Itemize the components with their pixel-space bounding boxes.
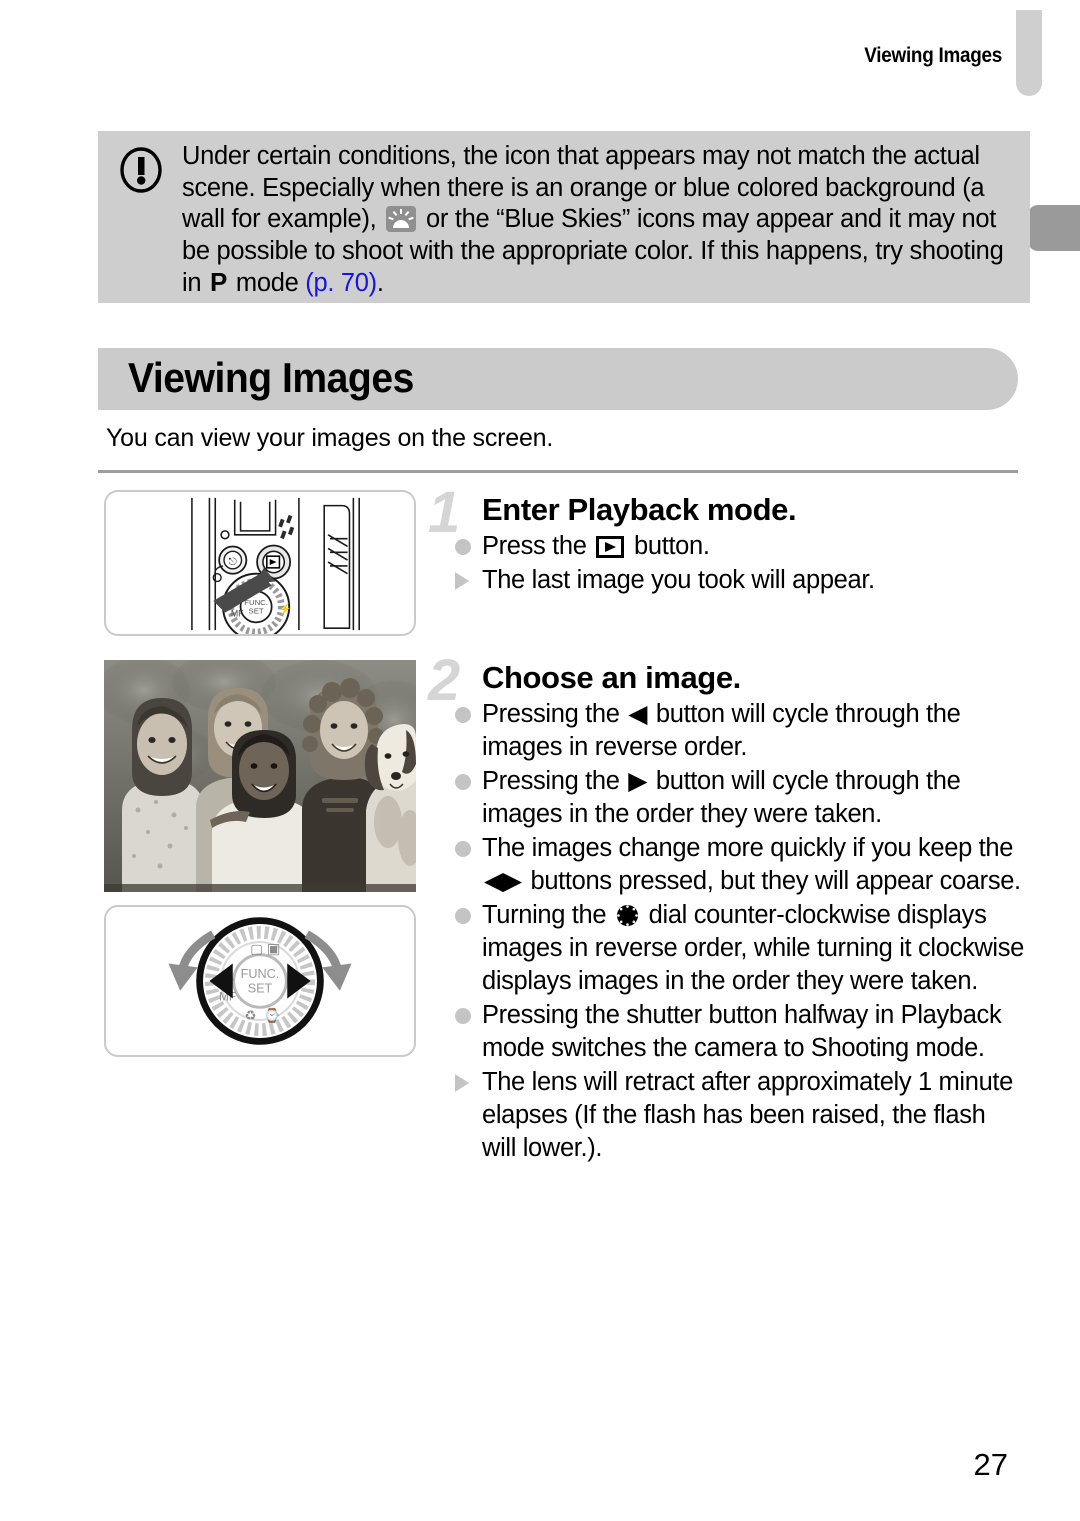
camera-back-drawing: ⎋ FUNC. SET ♨ ▢ MF ⚡ <box>191 497 360 634</box>
list-item: Press the button. <box>428 530 1024 563</box>
list-item: Turning the dial counter-clockwise displ… <box>428 899 1024 998</box>
bullet-text-f1: The lens will retract after approximatel… <box>482 1068 1013 1162</box>
section-intro-text: You can view your images on the screen. <box>106 424 554 452</box>
sample-photo-preview <box>104 660 416 892</box>
control-dial-drawing: FUNC. SET ▢ ▣ ✿ MF ⚡ ♻ ⌚ <box>168 917 352 1045</box>
page-number: 27 <box>973 1447 1008 1482</box>
display-icon: ▢ <box>250 942 263 957</box>
running-header-title: Viewing Images <box>864 44 1002 67</box>
step-2: 2 Choose an image. Pressing the ◀ button… <box>428 652 1024 1166</box>
section-title-banner: Viewing Images <box>98 348 1018 410</box>
svg-text:SET: SET <box>249 607 264 616</box>
bullet-dot-icon <box>455 707 471 723</box>
list-item: Pressing the shutter button halfway in P… <box>428 999 1024 1065</box>
list-item: The images change more quickly if you ke… <box>428 832 1024 898</box>
step-2-title: Choose an image. <box>482 660 741 695</box>
list-item: The lens will retract after approximatel… <box>428 1066 1024 1165</box>
caution-text-segment-3: mode <box>229 269 306 297</box>
bullet-text-a1: Pressing the <box>482 700 627 728</box>
horizontal-divider <box>98 470 1018 473</box>
left-arrow-glyph: ◀ <box>628 700 648 728</box>
bullet-dot-icon <box>455 774 471 790</box>
edge-tab-marker-section <box>1028 205 1080 251</box>
list-item: Pressing the ▶ button will cycle through… <box>428 765 1024 831</box>
bullet-text-d1: Turning the <box>482 901 613 929</box>
edge-tab-marker-top <box>1016 10 1042 96</box>
exclamation-circle-icon <box>120 147 162 193</box>
bullet-text-1b: button. <box>627 532 710 560</box>
func-set-label-line2: SET <box>248 982 273 996</box>
p-mode-letter-icon: P <box>210 267 228 297</box>
blue-skies-icon <box>386 206 417 232</box>
exposure-icon: ▣ <box>267 942 281 958</box>
bullet-text-b1: Pressing the <box>482 767 627 795</box>
list-item: Pressing the ◀ button will cycle through… <box>428 698 1024 764</box>
bullet-dot-icon <box>455 1008 471 1024</box>
camera-back-illustration: ⎋ FUNC. SET ♨ ▢ MF ⚡ <box>104 490 416 636</box>
control-dial-icon <box>616 904 638 927</box>
bullet-text-1a: Press the <box>482 532 594 560</box>
page-reference-link[interactable]: (p. 70) <box>305 269 377 297</box>
bullet-text-e1: Pressing the shutter button halfway in P… <box>482 1001 1002 1062</box>
dial-right-arrow-icon <box>287 963 311 999</box>
bullet-triangle-icon <box>455 1074 469 1092</box>
bullet-text-c1: The images change more quickly if you ke… <box>482 834 1014 862</box>
bullet-dot-icon <box>455 841 471 857</box>
bullet-text-c2: buttons pressed, but they will appear co… <box>523 867 1022 895</box>
bullet-dot-icon <box>455 539 471 555</box>
sample-photo-children-with-dog <box>104 660 416 892</box>
control-dial-illustration: FUNC. SET ▢ ▣ ✿ MF ⚡ ♻ ⌚ <box>104 905 416 1057</box>
bullet-triangle-icon <box>455 572 469 590</box>
list-item: The last image you took will appear. <box>428 564 1024 597</box>
caution-note-text: Under certain conditions, the icon that … <box>182 141 1014 300</box>
step-1-title: Enter Playback mode. <box>482 492 797 527</box>
caution-text-segment-4: . <box>376 269 384 297</box>
bullet-dot-icon <box>455 908 471 924</box>
caution-note-box: Under certain conditions, the icon that … <box>98 131 1030 303</box>
svg-text:⚡: ⚡ <box>278 603 291 616</box>
right-arrow-glyph: ▶ <box>628 767 648 795</box>
playback-button-icon <box>596 536 625 558</box>
page-title: Viewing Images <box>128 354 414 401</box>
svg-text:MF: MF <box>231 608 244 618</box>
bullet-text-2a: The last image you took will appear. <box>482 566 875 594</box>
step-1: 1 Enter Playback mode. Press the button.… <box>428 484 1024 598</box>
trash-icon: ♻ <box>244 1008 256 1023</box>
func-set-label-line1: FUNC. <box>241 967 280 981</box>
left-right-arrows-glyph: ◀▶ <box>484 867 522 895</box>
self-timer-icon: ⌚ <box>264 1007 281 1023</box>
svg-text:⎋: ⎋ <box>229 556 238 568</box>
step-2-bullet-list: Pressing the ◀ button will cycle through… <box>428 698 1024 1165</box>
step-1-bullet-list: Press the button. The last image you too… <box>428 530 1024 597</box>
